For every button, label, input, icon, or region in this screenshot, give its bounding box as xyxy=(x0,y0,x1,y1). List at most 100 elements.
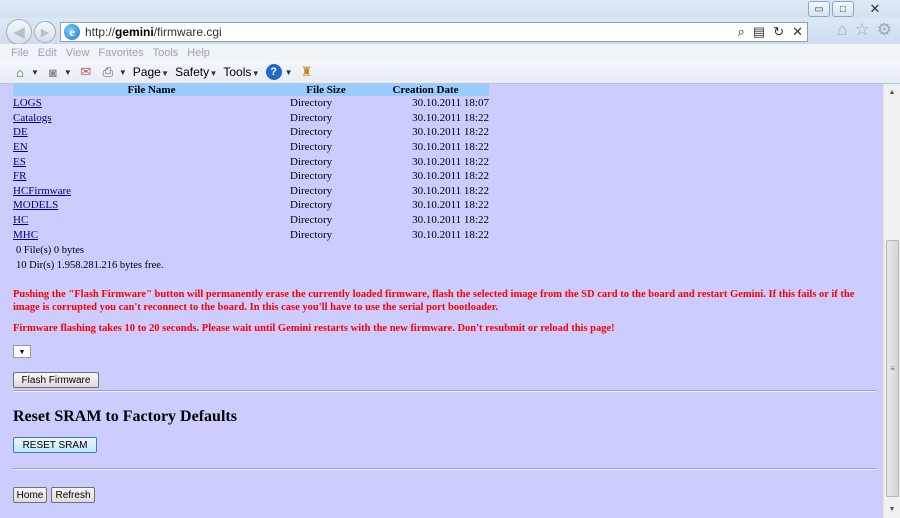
creation-date: 30.10.2011 18:22 xyxy=(412,199,489,212)
browser-right-icons: ⌂ ☆ ⚙ xyxy=(837,20,892,40)
file-size: Directory xyxy=(290,184,333,197)
menu-view[interactable]: View xyxy=(66,47,90,59)
page-menu[interactable]: Page ▼ xyxy=(133,65,169,79)
menu-bar: File Edit View Favorites Tools Help xyxy=(0,44,900,61)
mail-icon[interactable]: ✉ xyxy=(78,64,94,80)
divider xyxy=(13,468,876,470)
favorites-star-icon[interactable]: ☆ xyxy=(855,20,870,40)
chevron-down-icon: ▼ xyxy=(18,347,26,356)
table-row: MHC Directory 30.10.2011 18:22 xyxy=(13,227,489,242)
command-bar: ⌂ ▼ ◙ ▼ ✉ ⎙ ▼ Page ▼ Safety ▼ Tools ▼ ? ▼ ♜ xyxy=(0,61,900,84)
file-size: Directory xyxy=(290,155,333,168)
file-table: File Name File Size Creation Date LOGS Di… xyxy=(13,84,489,242)
page-content: File Name File Size Creation Date LOGS Di… xyxy=(0,84,883,518)
table-row: ES Directory 30.10.2011 18:22 xyxy=(13,154,489,169)
menu-favorites[interactable]: Favorites xyxy=(98,47,143,59)
directory-link[interactable]: MHC xyxy=(13,229,38,241)
directory-link[interactable]: ES xyxy=(13,156,26,168)
creation-date: 30.10.2011 18:22 xyxy=(412,184,489,197)
creation-date: 30.10.2011 18:22 xyxy=(412,214,489,227)
menu-tools[interactable]: Tools xyxy=(153,47,179,59)
table-row: MODELS Directory 30.10.2011 18:22 xyxy=(13,198,489,213)
chevron-down-icon[interactable]: ▼ xyxy=(119,68,127,77)
directory-link[interactable]: FR xyxy=(13,170,26,182)
home-icon[interactable]: ⌂ xyxy=(12,64,28,80)
table-header-row: File Name File Size Creation Date xyxy=(13,84,489,96)
timing-warning: Firmware flashing takes 10 to 20 seconds… xyxy=(13,323,615,334)
table-row: Catalogs Directory 30.10.2011 18:22 xyxy=(13,111,489,126)
file-size: Directory xyxy=(290,141,333,154)
title-bar: ▭ □ ✕ xyxy=(0,0,900,20)
creation-date: 30.10.2011 18:22 xyxy=(412,126,489,139)
directory-link[interactable]: MODELS xyxy=(13,199,58,211)
home-button[interactable]: Home xyxy=(13,487,47,503)
firmware-select[interactable]: ▼ xyxy=(13,345,31,358)
directory-link[interactable]: HC xyxy=(13,214,28,226)
file-size: Directory xyxy=(290,199,333,212)
files-summary: 0 File(s) 0 bytes xyxy=(16,245,84,256)
window-controls: ▭ □ ✕ xyxy=(808,1,894,17)
directory-link[interactable]: EN xyxy=(13,141,28,153)
back-arrow-icon: ◀ xyxy=(13,24,25,41)
rss-feed-icon[interactable]: ◙ xyxy=(45,64,61,80)
file-size: Directory xyxy=(290,214,333,227)
file-size: Directory xyxy=(290,111,333,124)
url-text[interactable]: http://gemini/firmware.cgi xyxy=(85,25,222,39)
safety-menu[interactable]: Safety ▼ xyxy=(175,65,217,79)
tools-menu[interactable]: Tools ▼ xyxy=(223,65,259,79)
creation-date: 30.10.2011 18:22 xyxy=(412,155,489,168)
ie-page-icon: e xyxy=(64,24,80,40)
address-bar[interactable]: e http://gemini/firmware.cgi ⌕ ▤ ↻ ✕ xyxy=(60,22,808,42)
chevron-down-icon[interactable]: ▼ xyxy=(64,68,72,77)
address-tools: ⌕ ▤ ↻ ✕ xyxy=(738,24,803,40)
close-window-button[interactable]: ✕ xyxy=(856,1,894,17)
table-row: EN Directory 30.10.2011 18:22 xyxy=(13,140,489,155)
scroll-down-arrow-icon[interactable]: ▼ xyxy=(884,501,900,518)
divider xyxy=(13,390,876,392)
search-icon[interactable]: ⌕ xyxy=(738,24,745,40)
home-icon[interactable]: ⌂ xyxy=(837,20,847,40)
menu-file[interactable]: File xyxy=(11,47,29,59)
compatibility-view-icon[interactable]: ▤ xyxy=(753,24,765,40)
chevron-down-icon: ▼ xyxy=(209,69,218,78)
menu-edit[interactable]: Edit xyxy=(38,47,57,59)
chevron-down-icon[interactable]: ▼ xyxy=(31,68,39,77)
forward-button[interactable]: ▶ xyxy=(34,21,56,43)
table-row: HCFirmware Directory 30.10.2011 18:22 xyxy=(13,184,489,199)
dirs-summary: 10 Dir(s) 1.958.281.216 bytes free. xyxy=(16,260,164,271)
column-header-file-size: File Size xyxy=(290,84,362,96)
menu-help[interactable]: Help xyxy=(187,47,210,59)
flash-warning: Pushing the "Flash Firmware" button will… xyxy=(13,289,855,313)
column-header-creation-date: Creation Date xyxy=(362,84,489,96)
reset-sram-button[interactable]: RESET SRAM xyxy=(13,437,97,453)
help-icon[interactable]: ? xyxy=(265,64,282,80)
directory-link[interactable]: LOGS xyxy=(13,97,42,109)
minimize-button[interactable]: ▭ xyxy=(808,1,830,17)
print-icon[interactable]: ⎙ xyxy=(100,64,116,80)
creation-date: 30.10.2011 18:22 xyxy=(412,170,489,183)
gear-icon[interactable]: ⚙ xyxy=(877,20,892,40)
scrollbar-thumb[interactable]: ≡ xyxy=(886,240,899,497)
chevron-down-icon[interactable]: ▼ xyxy=(285,68,293,77)
creation-date: 30.10.2011 18:22 xyxy=(412,111,489,124)
table-row: HC Directory 30.10.2011 18:22 xyxy=(13,213,489,228)
refresh-icon[interactable]: ↻ xyxy=(773,24,784,40)
column-header-file-name: File Name xyxy=(13,84,290,96)
directory-link[interactable]: DE xyxy=(13,126,28,138)
stop-icon[interactable]: ✕ xyxy=(792,24,803,40)
file-size: Directory xyxy=(290,97,333,110)
maximize-button[interactable]: □ xyxy=(832,1,854,17)
refresh-button[interactable]: Refresh xyxy=(51,487,95,503)
grip-icon: ≡ xyxy=(890,364,895,373)
directory-link[interactable]: Catalogs xyxy=(13,112,52,124)
table-row: DE Directory 30.10.2011 18:22 xyxy=(13,125,489,140)
file-size: Directory xyxy=(290,228,333,241)
back-button[interactable]: ◀ xyxy=(6,19,32,45)
creation-date: 30.10.2011 18:22 xyxy=(412,228,489,241)
chevron-down-icon: ▼ xyxy=(251,69,260,78)
vertical-scrollbar[interactable]: ▲ ≡ ▼ xyxy=(883,84,900,518)
directory-link[interactable]: HCFirmware xyxy=(13,185,71,197)
flash-firmware-button[interactable]: Flash Firmware xyxy=(13,372,99,388)
research-icon[interactable]: ♜ xyxy=(299,64,315,80)
scroll-up-arrow-icon[interactable]: ▲ xyxy=(884,84,900,101)
